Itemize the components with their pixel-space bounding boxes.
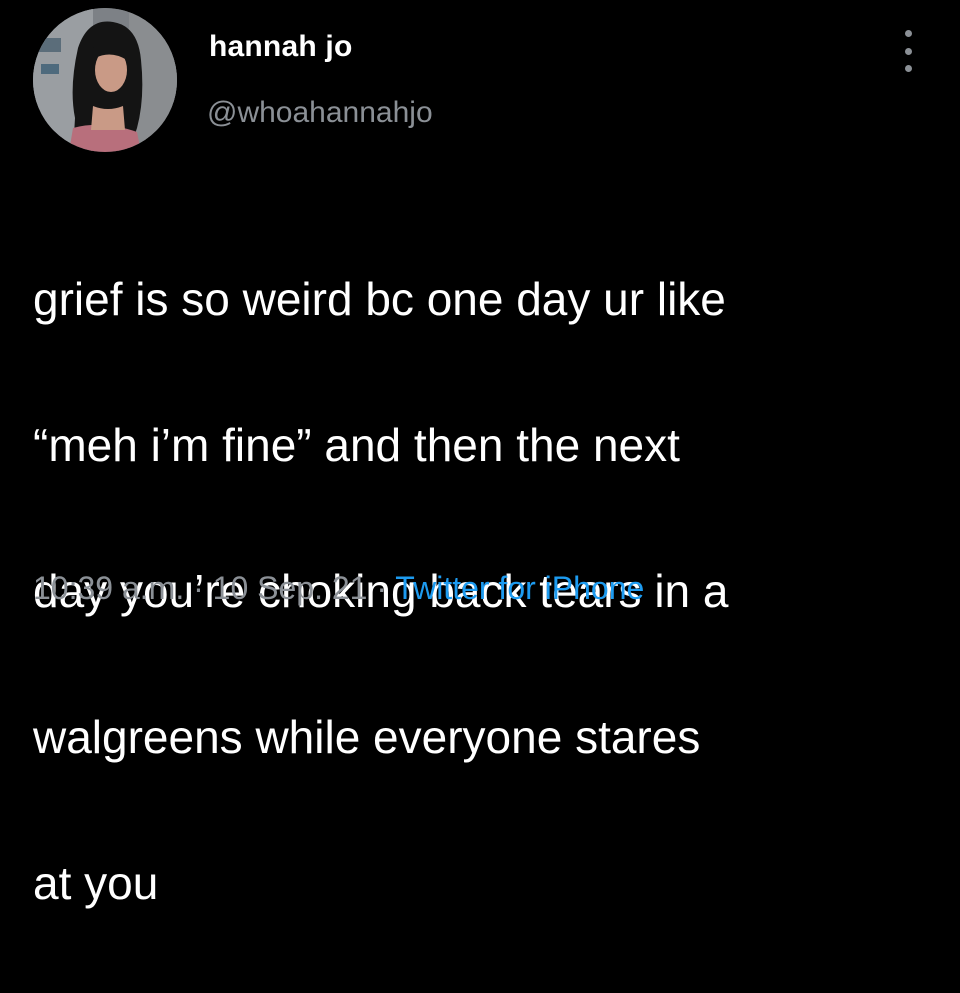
- more-dots-vertical-icon: [904, 30, 912, 37]
- author-avatar[interactable]: [33, 8, 177, 152]
- tweet-text-line: at you: [33, 857, 159, 909]
- author-handle[interactable]: @whoahannahjo: [207, 96, 433, 130]
- author-display-name[interactable]: hannah jo: [209, 30, 352, 64]
- tweet-time[interactable]: 10:39 a.m.: [33, 570, 184, 606]
- more-dots-vertical-icon: [904, 65, 912, 72]
- tweet-source-link[interactable]: Twitter for iPhone: [395, 570, 644, 606]
- meta-separator: ·: [193, 570, 213, 606]
- tweet-date[interactable]: 10 Sep. 21: [213, 570, 368, 606]
- more-options-button[interactable]: [894, 30, 922, 72]
- more-dots-vertical-icon: [904, 47, 912, 55]
- tweet-text-line: grief is so weird bc one day ur like: [33, 273, 726, 325]
- tweet-meta: 10:39 a.m. · 10 Sep. 21 · Twitter for iP…: [33, 570, 644, 607]
- meta-separator: ·: [376, 570, 396, 606]
- tweet-text-line: “meh i’m fine” and then the next: [33, 419, 680, 471]
- tweet-text-line: walgreens while everyone stares: [33, 711, 701, 763]
- avatar-photo-icon: [33, 8, 177, 152]
- tweet-card: hannah jo @whoahannahjo grief is so weir…: [0, 0, 960, 909]
